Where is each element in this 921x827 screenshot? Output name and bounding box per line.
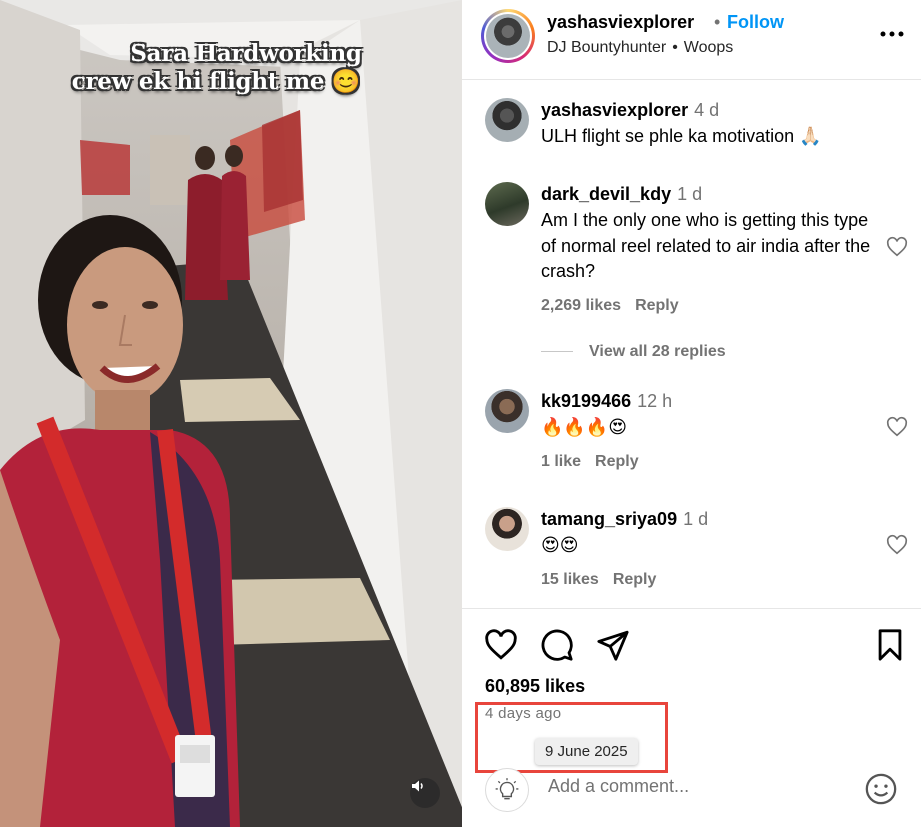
audio-title[interactable]: Woops [684,39,734,56]
audio-info[interactable]: DJ Bountyhunter • Woops [547,39,733,57]
comment-time: 4 d [694,100,720,120]
comment-text: ULH flight se phle ka motivation 🙏🏻 [541,126,822,146]
sound-toggle-button[interactable] [410,778,440,808]
separator-dot: • [714,12,721,32]
add-comment-bar [462,762,921,827]
reel-frame-illustration [0,0,462,827]
reel-video[interactable]: Sara Hardworking crew ek hi flight me 😊 [0,0,462,827]
author-username[interactable]: yashasviexplorer [547,12,694,33]
reel-caption-overlay: Sara Hardworking crew ek hi flight me 😊 [0,40,462,96]
post-likes-count[interactable]: 60,895 likes [485,676,585,697]
comment-avatar[interactable] [485,182,529,226]
actions-divider [462,608,921,609]
comment-avatar[interactable] [485,98,529,142]
comment-text: Am I the only one who is getting this ty… [541,210,871,281]
reply-button[interactable]: Reply [635,297,679,314]
sound-icon [412,780,423,792]
comment-meta: 2,269 likes Reply [541,297,679,315]
author-avatar[interactable] [481,9,535,63]
follow-button[interactable]: Follow [727,12,784,33]
reply-button[interactable]: Reply [613,571,657,588]
comment-username[interactable]: kk9199466 12 h [541,391,672,412]
reply-button[interactable]: Reply [595,453,639,470]
caption-line-1: Sara Hardworking [130,40,362,67]
caption-line-2: crew ek hi flight me 😊 [71,68,361,95]
more-options-button[interactable] [878,20,906,48]
add-comment-input[interactable] [548,776,848,797]
audio-separator: • [672,39,678,56]
lightbulb-icon [495,778,519,800]
heart-icon[interactable] [886,416,908,438]
comment-text: 😍😍 [541,535,579,555]
comment-username[interactable]: yashasviexplorer 4 d [541,100,719,121]
date-tooltip: 9 June 2025 [535,738,638,765]
more-icon [880,31,904,37]
share-icon[interactable] [596,628,630,662]
comment-icon[interactable] [540,628,574,662]
comment-text: 🔥🔥🔥😍 [541,417,628,437]
post-time-ago[interactable]: 4 days ago [485,705,561,722]
emoji-icon[interactable] [864,772,898,806]
comment-time: 1 d [683,509,709,529]
view-replies-button[interactable]: View all 28 replies [541,343,726,361]
post-details-panel: yashasviexplorer • Follow DJ Bountyhunte… [462,0,921,827]
post-header: yashasviexplorer • Follow DJ Bountyhunte… [462,0,921,80]
comment-avatar[interactable] [485,389,529,433]
current-user-avatar[interactable] [485,768,529,812]
comment-avatar[interactable] [485,507,529,551]
comment-time: 12 h [637,391,673,411]
audio-artist[interactable]: DJ Bountyhunter [547,39,666,56]
comment-username[interactable]: dark_devil_kdy 1 d [541,184,702,205]
comment-likes[interactable]: 2,269 likes [541,297,621,314]
comment-time: 1 d [677,184,703,204]
comment-username[interactable]: tamang_sriya09 1 d [541,509,708,530]
heart-icon[interactable] [886,534,908,556]
comment-likes[interactable]: 1 like [541,453,581,470]
comment-meta: 1 like Reply [541,453,639,471]
heart-icon[interactable] [886,236,908,258]
comment-likes[interactable]: 15 likes [541,571,599,588]
like-heart-icon[interactable] [484,628,518,662]
comment-meta: 15 likes Reply [541,571,656,589]
bookmark-icon[interactable] [873,628,907,662]
